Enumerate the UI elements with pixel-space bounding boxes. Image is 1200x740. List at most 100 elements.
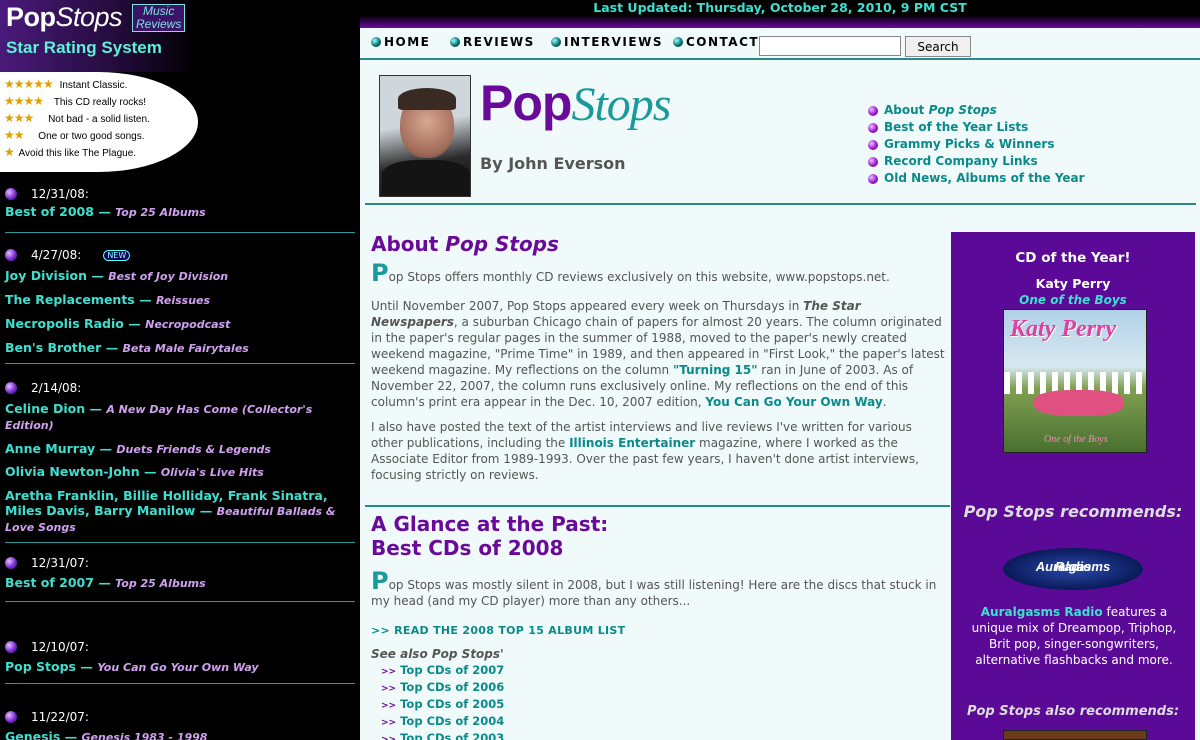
photo-shirt [382,160,470,196]
author-photo [379,75,471,197]
top-cds-link[interactable]: >> Top CDs of 2006 [371,680,946,697]
news-artist-link[interactable]: Anne Murray [5,441,95,456]
news-item[interactable]: Ben's Brother — Beta Male Fairytales [5,340,355,356]
news-item[interactable]: Best of 2008 — Top 25 Albums [5,204,355,220]
recommends-heading: Pop Stops recommends: [963,502,1183,521]
link-best-of-year[interactable]: Best of the Year Lists [868,119,1085,136]
divider [5,363,355,364]
album-cover[interactable]: Katy Perry One of the Boys [1003,309,1148,453]
top-cds-list: >> Top CDs of 2007 >> Top CDs of 2006 >>… [371,663,946,740]
news-date: 12/31/07: [5,556,355,570]
cd-artist[interactable]: Katy Perry [951,276,1195,291]
news-artist-link[interactable]: Celine Dion [5,401,85,416]
news-title[interactable]: You Can Go Your Own Way [97,661,258,674]
news-title[interactable]: Necropodcast [145,318,230,331]
top-cds-link[interactable]: >> Top CDs of 2005 [371,697,946,714]
last-updated-bar: Last Updated: Thursday, October 28, 2010… [360,0,1200,28]
news-artist-link[interactable]: Olivia Newton-John [5,464,140,479]
rating-text: Not bad - a solid listen. [48,114,150,125]
cd-album[interactable]: One of the Boys [951,293,1195,307]
bullet-icon [5,711,17,723]
see-also-label: See also Pop Stops' [371,647,504,661]
link-old-news[interactable]: Old News, Albums of the Year [868,170,1085,187]
news-item[interactable]: Necropolis Radio — Necropodcast [5,316,355,332]
top-cds-link[interactable]: >> Top CDs of 2004 [371,714,946,731]
nav-home[interactable]: HOME [371,35,430,49]
nav-label: HOME [384,35,431,49]
new-badge: NEW [103,249,131,261]
link-record-company[interactable]: Record Company Links [868,153,1085,170]
news-title[interactable]: Best of Joy Division [108,270,228,283]
read-top-15-link[interactable]: >> READ THE 2008 TOP 15 ALBUM LIST [371,624,946,637]
news-artist-link[interactable]: Necropolis Radio [5,316,124,331]
link-text-italic: Pop Stops [928,103,997,117]
rating-text: Avoid this like The Plague. [18,148,137,159]
link-text: Top CDs of 2004 [400,714,505,728]
news-item[interactable]: The Replacements — Reissues [5,292,355,308]
logo-italic: Stops [55,2,123,32]
go-your-own-way-link[interactable]: You Can Go Your Own Way [705,395,882,409]
news-item[interactable]: Anne Murray — Duets Friends & Legends [5,441,355,457]
news-item[interactable]: Celine Dion — A New Day Has Come (Collec… [5,401,355,433]
news-date: 11/22/07: [5,710,355,724]
nav-contact[interactable]: CONTACT [673,35,759,49]
auralgasms-link[interactable]: Auralgasms Radio [981,605,1103,619]
news-group: 4/27/08: NEW Joy Division — Best of Joy D… [5,248,355,356]
news-artist-link[interactable]: Best of 2008 [5,204,94,219]
turning-15-link[interactable]: "Turning 15" [673,363,758,377]
date-text: 12/31/07: [31,556,89,570]
news-item[interactable]: Best of 2007 — Top 25 Albums [5,575,355,591]
news-title[interactable]: Reissues [156,294,210,307]
news-title[interactable]: Olivia's Live Hits [161,466,264,479]
news-artist-link[interactable]: Best of 2007 [5,575,94,590]
logo-bold: Pop [6,2,56,32]
link-text: Best of the Year Lists [884,120,1029,134]
nav-interviews[interactable]: INTERVIEWS [551,35,663,49]
news-title[interactable]: Top 25 Albums [115,577,205,590]
news-artist-link[interactable]: Ben's Brother [5,340,101,355]
rating-text: This CD really rocks! [53,97,147,108]
illinois-entertainer-link[interactable]: Illinois Entertainer [569,436,695,450]
news-item[interactable]: Pop Stops — You Can Go Your Own Way [5,659,355,675]
news-title[interactable]: Genesis 1983 - 1998 [82,731,208,740]
about-heading: About Pop Stops [371,232,946,256]
heading-part: About [371,232,446,256]
arrow-icon: >> [381,684,397,694]
rating-text: Instant Classic. [59,80,128,91]
also-recommends-heading: Pop Stops also recommends: [966,704,1180,719]
photo-hair [398,88,456,110]
news-item[interactable]: Joy Division — Best of Joy Division [5,268,355,284]
bullet-icon [868,156,878,167]
news-artist-link[interactable]: Pop Stops [5,659,76,674]
news-title[interactable]: Beta Male Fairytales [123,342,249,355]
also-recommends-image[interactable] [1003,730,1147,740]
link-about[interactable]: About Pop Stops [868,102,1085,119]
news-date: 12/31/08: [5,187,355,201]
news-title[interactable]: Top 25 Albums [115,206,205,219]
news-artist-link[interactable]: The Replacements [5,292,135,307]
news-item[interactable]: Aretha Franklin, Billie Holliday, Frank … [5,488,355,535]
rating-row: ★ Avoid this like The Plague. [4,145,136,159]
nav-reviews[interactable]: REVIEWS [450,35,535,49]
cover-subtitle: One of the Boys [1044,434,1108,445]
heading-line: Best CDs of 2008 [371,536,564,560]
heading-part-italic: Pop Stops [445,232,559,256]
top-cds-link[interactable]: >> Top CDs of 2003 [371,731,946,740]
site-logo[interactable]: PopStops [6,2,123,33]
link-grammy[interactable]: Grammy Picks & Winners [868,136,1085,153]
star-icon: ★★ [4,128,24,142]
news-item[interactable]: Genesis — Genesis 1983 - 1998 [5,729,355,740]
news-artist-link[interactable]: Genesis [5,729,60,740]
search-input[interactable] [759,36,901,56]
auralgasms-logo[interactable]: Auralgasms Radio [1003,548,1143,590]
link-text: About [884,103,925,117]
news-group: 11/22/07: Genesis — Genesis 1983 - 1998 [5,710,355,740]
bullet-icon [5,641,17,653]
news-item[interactable]: Olivia Newton-John — Olivia's Live Hits [5,464,355,480]
search-button[interactable]: Search [905,36,971,57]
news-group: 12/31/07: Best of 2007 — Top 25 Albums [5,556,355,591]
news-title[interactable]: Duets Friends & Legends [116,443,271,456]
news-group: 2/14/08: Celine Dion — A New Day Has Com… [5,381,355,535]
news-artist-link[interactable]: Joy Division [5,268,87,283]
top-cds-link[interactable]: >> Top CDs of 2007 [371,663,946,680]
